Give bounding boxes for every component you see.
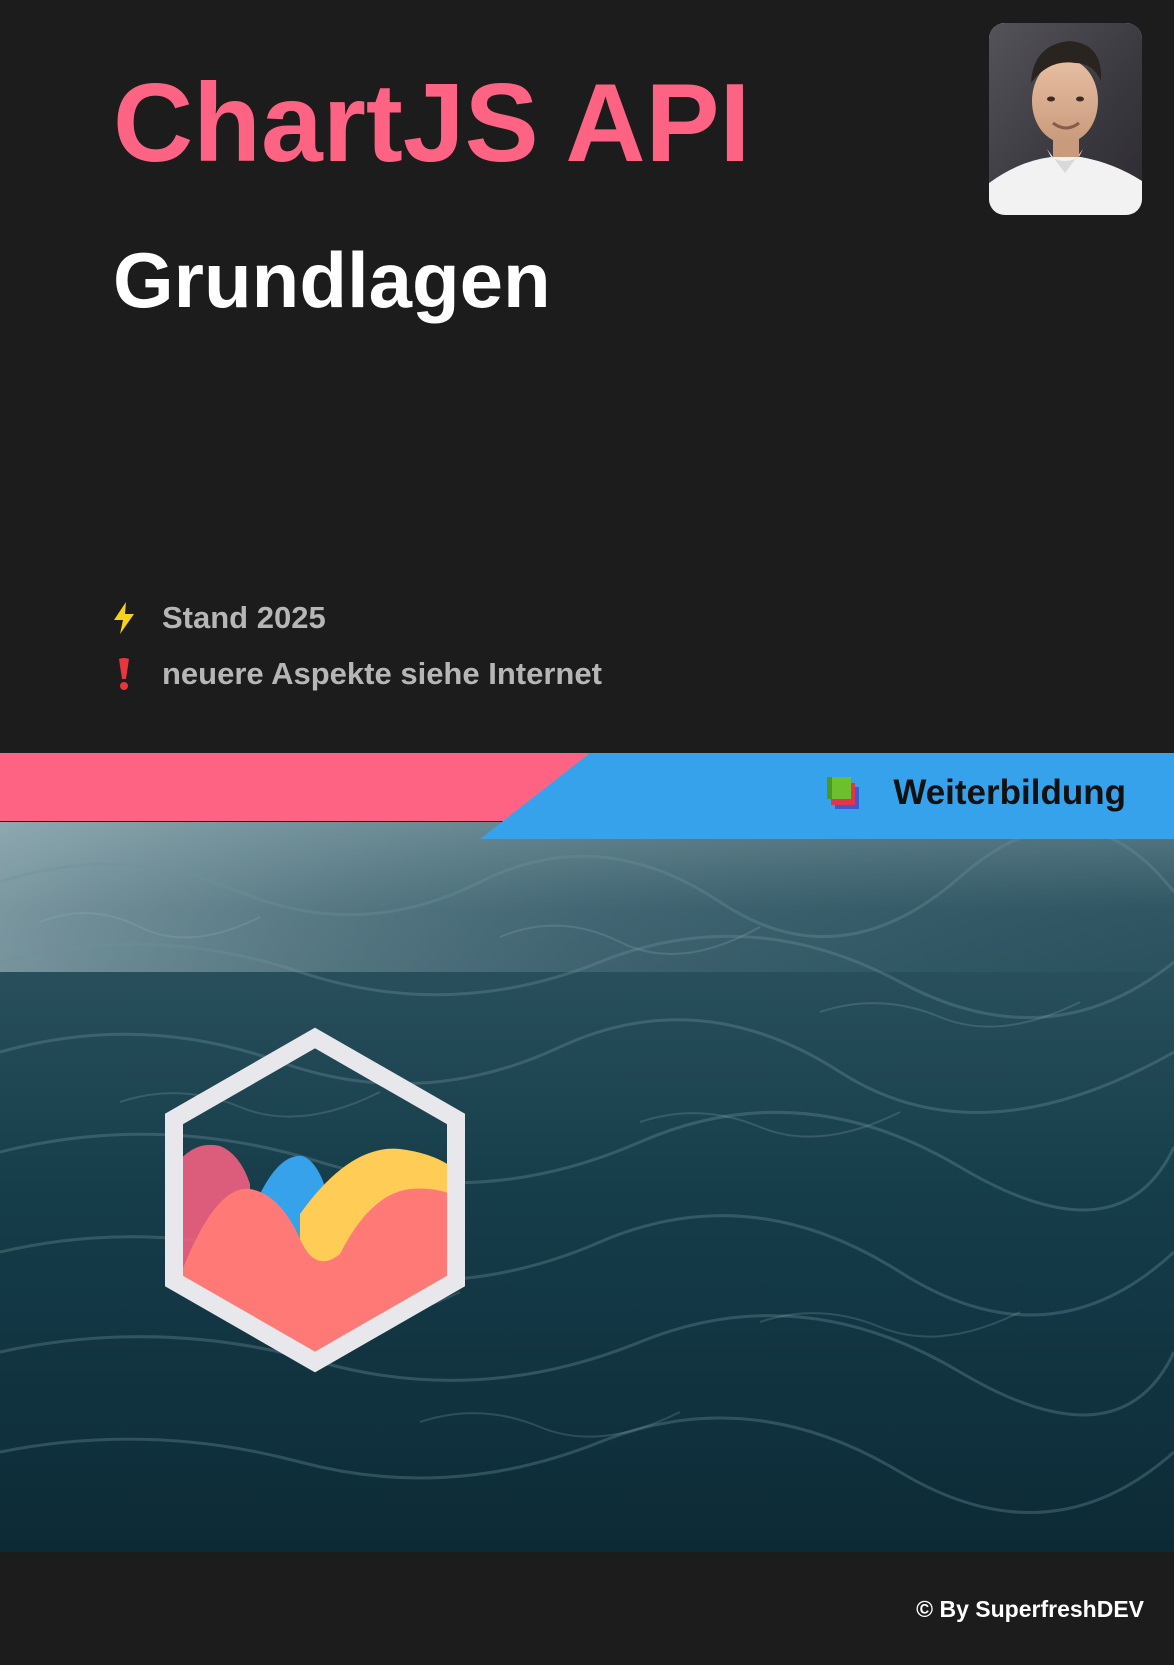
info-text-date: Stand 2025 xyxy=(162,600,326,635)
copyright-text: © By SuperfreshDEV xyxy=(916,1596,1144,1622)
cover-title: ChartJS API xyxy=(113,61,751,185)
books-icon xyxy=(825,775,863,811)
ribbon-label: Weiterbildung xyxy=(825,773,1126,813)
author-portrait-icon xyxy=(989,23,1142,215)
info-text-note: neuere Aspekte siehe Internet xyxy=(162,656,602,691)
info-item-date: Stand 2025 xyxy=(110,600,326,636)
chartjs-logo xyxy=(150,1014,480,1394)
info-item-note: neuere Aspekte siehe Internet xyxy=(110,656,602,692)
ribbon-text: Weiterbildung xyxy=(893,773,1126,812)
author-photo xyxy=(989,23,1142,215)
exclamation-icon xyxy=(110,657,138,691)
cover-page: ChartJS API Grundlagen Stand 2025 neuere… xyxy=(0,0,1174,1665)
lightning-icon xyxy=(110,601,138,635)
cover-subtitle: Grundlagen xyxy=(113,236,551,324)
